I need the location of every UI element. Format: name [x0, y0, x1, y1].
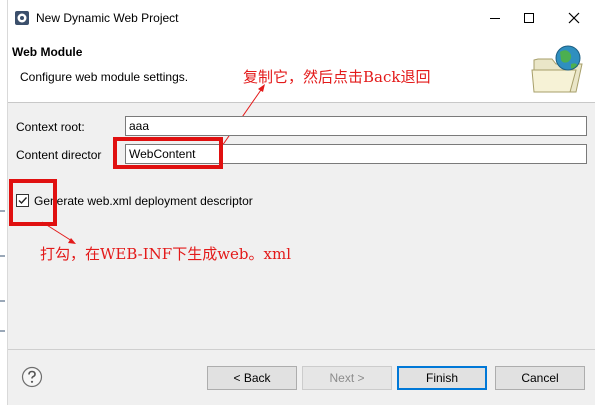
minimize-button[interactable] — [480, 6, 510, 30]
page-description: Configure web module settings. — [20, 70, 189, 84]
maximize-button[interactable] — [514, 6, 544, 30]
eclipse-gear-icon — [15, 11, 29, 25]
minimize-icon — [490, 18, 500, 19]
context-root-input[interactable]: aaa — [125, 116, 587, 136]
title-bar: New Dynamic Web Project — [8, 0, 595, 36]
close-button[interactable] — [559, 6, 589, 30]
folder-globe-icon — [531, 45, 583, 93]
maximize-icon — [524, 13, 534, 23]
annotation-check-note: 打勾，在WEB-INF下生成web。xml — [40, 245, 291, 263]
window-title: New Dynamic Web Project — [36, 11, 179, 25]
page-title: Web Module — [12, 45, 83, 59]
background-window-edge — [0, 0, 8, 405]
close-icon — [568, 12, 580, 24]
highlight-box-checkbox — [9, 179, 57, 226]
annotation-copy-note: 复制它，然后点击Back退回 — [243, 68, 431, 86]
cancel-button[interactable]: Cancel — [495, 366, 585, 390]
next-button[interactable]: Next > — [302, 366, 392, 390]
footer-separator — [8, 349, 595, 350]
highlight-box-content-directory — [113, 137, 223, 169]
content-directory-label: Content director — [16, 148, 102, 162]
help-question-icon[interactable] — [21, 366, 43, 388]
finish-button[interactable]: Finish — [397, 366, 487, 390]
generate-web-xml-label: Generate web.xml deployment descriptor — [34, 194, 253, 208]
context-root-label: Context root: — [16, 120, 85, 134]
back-button[interactable]: < Back — [207, 366, 297, 390]
